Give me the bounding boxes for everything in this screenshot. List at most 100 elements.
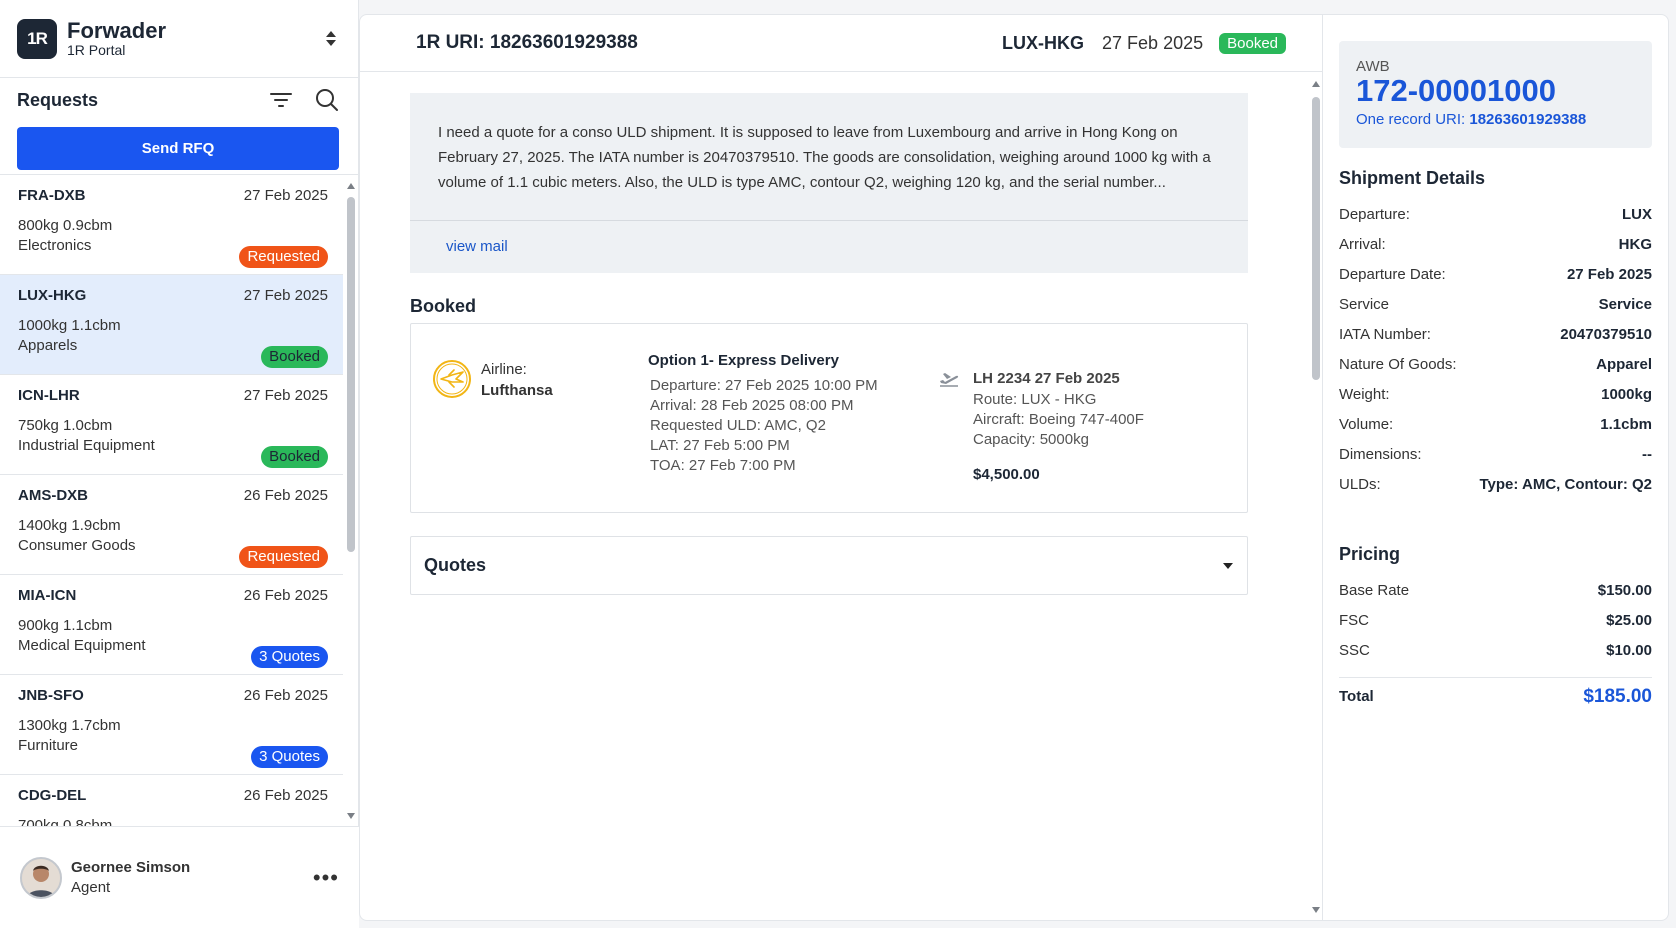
request-item-jnb-sfo[interactable]: JNB-SFO 26 Feb 2025 1300kg 1.7cbm Furniture… xyxy=(0,675,343,775)
requests-title: Requests xyxy=(17,89,99,110)
airline-label: Airline: xyxy=(481,361,527,378)
shipment-details-title: Shipment Details xyxy=(1339,168,1486,188)
scroll-up-icon[interactable] xyxy=(1312,81,1320,87)
shipment-details: Shipment Details Departure: LUX Arrival: HK… xyxy=(1339,168,1652,506)
scroll-up-icon[interactable] xyxy=(347,183,355,189)
main-body: I need a quote for a conso ULD shipment.… xyxy=(360,73,1324,921)
request-list: FRA-DXB 27 Feb 2025 800kg 0.9cbm Electronic… xyxy=(0,175,343,826)
app: 1R Forwader 1R Portal Requests Send RFQ … xyxy=(0,0,1676,928)
request-date: 26 Feb 2025 xyxy=(243,487,328,504)
flight-title: LH 2234 27 Feb 2025 xyxy=(973,370,1120,387)
more-icon[interactable]: ••• xyxy=(313,866,339,888)
shipment-detail-key: Weight: xyxy=(1339,386,1390,403)
request-specs: 1000kg 1.1cbm xyxy=(18,317,121,334)
brand-name: Forwader xyxy=(67,17,167,43)
request-item-lux-hkg[interactable]: LUX-HKG 27 Feb 2025 1000kg 1.1cbm Apparels B… xyxy=(0,275,343,375)
request-date: 26 Feb 2025 xyxy=(243,687,328,704)
main-panel: 1R URI: 18263601929388 LUX-HKG 27 Feb 20… xyxy=(359,14,1323,921)
shipment-detail-row: ULDs: Type: AMC, Contour: Q2 xyxy=(1339,476,1652,506)
shipment-detail-row: IATA Number: 20470379510 xyxy=(1339,326,1652,356)
shipment-detail-key: Departure Date: xyxy=(1339,266,1446,283)
shipment-detail-row: Nature Of Goods: Apparel xyxy=(1339,356,1652,386)
request-specs: 1300kg 1.7cbm xyxy=(18,717,121,734)
pricing-title: Pricing xyxy=(1339,544,1401,564)
shipment-detail-key: Nature Of Goods: xyxy=(1339,356,1457,373)
scroll-down-icon[interactable] xyxy=(1312,907,1320,913)
brand-subtitle: 1R Portal xyxy=(67,41,126,58)
option-toa: TOA: 27 Feb 7:00 PM xyxy=(650,457,796,474)
awb-uri: One record URI: 18263601929388 xyxy=(1356,111,1635,128)
request-list-scrollbar[interactable] xyxy=(343,175,359,826)
pricing-section: Pricing Base Rate $150.00 FSC $25.00 SSC $10.… xyxy=(1339,544,1652,711)
request-route: FRA-DXB xyxy=(18,187,86,204)
view-mail-link[interactable]: view mail xyxy=(446,238,508,255)
details-panel: AWB 172-00001000 One record URI: 1826360… xyxy=(1323,14,1669,921)
caret-down-icon[interactable] xyxy=(1223,562,1233,569)
flight-route: Route: LUX - HKG xyxy=(973,391,1097,408)
pricing-value: $10.00 xyxy=(1606,642,1652,659)
request-status-badge: Requested xyxy=(239,546,328,568)
chevron-up-down-icon[interactable] xyxy=(321,25,341,53)
request-status-badge: Requested xyxy=(239,246,328,268)
shipment-detail-value: Type: AMC, Contour: Q2 xyxy=(1479,476,1653,493)
scrollbar-thumb[interactable] xyxy=(1312,97,1320,380)
total-label: Total xyxy=(1339,688,1374,705)
pricing-row: FSC $25.00 xyxy=(1339,612,1652,642)
option-arrival: Arrival: 28 Feb 2025 08:00 PM xyxy=(650,397,854,414)
main-scrollbar[interactable] xyxy=(1308,73,1324,921)
quotes-accordion[interactable]: Quotes xyxy=(410,536,1248,595)
awb-card: AWB 172-00001000 One record URI: 1826360… xyxy=(1339,41,1652,148)
request-specs: 700kg 0.8cbm xyxy=(18,817,113,826)
filter-icon[interactable] xyxy=(267,86,295,114)
brand-header[interactable]: 1R Forwader 1R Portal xyxy=(0,0,358,78)
request-item-header: ICN-LHR 27 Feb 2025 xyxy=(18,387,328,404)
quotes-title: Quotes xyxy=(424,555,487,575)
request-item-ams-dxb[interactable]: AMS-DXB 26 Feb 2025 1400kg 1.9cbm Consumer … xyxy=(0,475,343,575)
pricing-row: SSC $10.00 xyxy=(1339,642,1652,672)
request-specs: 1400kg 1.9cbm xyxy=(18,517,121,534)
request-specs: 800kg 0.9cbm xyxy=(18,217,113,234)
request-date: 26 Feb 2025 xyxy=(243,587,328,604)
flight-aircraft: Aircraft: Boeing 747-400F xyxy=(973,411,1144,428)
request-item-mia-icn[interactable]: MIA-ICN 26 Feb 2025 900kg 1.1cbm Medical Eq… xyxy=(0,575,343,675)
mail-text: I need a quote for a conso ULD shipment.… xyxy=(410,93,1248,221)
shipment-detail-row: Arrival: HKG xyxy=(1339,236,1652,266)
awb-uri-value[interactable]: 18263601929388 xyxy=(1469,111,1586,128)
search-icon[interactable] xyxy=(313,86,341,114)
scroll-down-icon[interactable] xyxy=(347,813,355,819)
request-item-header: FRA-DXB 27 Feb 2025 xyxy=(18,187,328,204)
shipment-detail-key: Dimensions: xyxy=(1339,446,1422,463)
shipment-detail-row: Weight: 1000kg xyxy=(1339,386,1652,416)
request-item-cdg-del[interactable]: CDG-DEL 26 Feb 2025 700kg 0.8cbm xyxy=(0,775,343,826)
pricing-key: FSC xyxy=(1339,612,1369,629)
request-status-badge: Booked xyxy=(261,446,328,468)
request-item-header: LUX-HKG 27 Feb 2025 xyxy=(18,287,328,304)
avatar[interactable] xyxy=(20,856,62,899)
user-role: Agent xyxy=(71,879,111,896)
option-details: Departure: 27 Feb 2025 10:00 PM Arrival:… xyxy=(650,376,878,476)
shipment-detail-key: IATA Number: xyxy=(1339,326,1431,343)
request-item-fra-dxb[interactable]: FRA-DXB 27 Feb 2025 800kg 0.9cbm Electronic… xyxy=(0,175,343,275)
airline-name: Lufthansa xyxy=(481,382,553,399)
shipment-detail-key: Volume: xyxy=(1339,416,1394,433)
lufthansa-logo-icon xyxy=(433,360,471,398)
booked-section-title: Booked xyxy=(410,296,477,316)
request-status-badge: 3 Quotes xyxy=(251,646,328,668)
send-rfq-button[interactable]: Send RFQ xyxy=(17,127,339,170)
pricing-key: SSC xyxy=(1339,642,1370,659)
booking-price: $4,500.00 xyxy=(973,466,1040,483)
flight-details: Route: LUX - HKG Aircraft: Boeing 747-40… xyxy=(973,390,1144,450)
shipment-detail-value: 1000kg xyxy=(1601,386,1652,403)
request-item-header: CDG-DEL 26 Feb 2025 xyxy=(18,787,328,804)
flight-capacity: Capacity: 5000kg xyxy=(973,431,1089,448)
requests-header: Requests xyxy=(0,80,358,120)
request-route: JNB-SFO xyxy=(18,687,84,704)
request-item-icn-lhr[interactable]: ICN-LHR 27 Feb 2025 750kg 1.0cbm Industrial… xyxy=(0,375,343,475)
shipment-detail-value: HKG xyxy=(1618,236,1652,253)
option-departure: Departure: 27 Feb 2025 10:00 PM xyxy=(650,377,878,394)
sidebar: 1R Forwader 1R Portal Requests Send RFQ … xyxy=(0,0,359,928)
scrollbar-thumb[interactable] xyxy=(347,197,355,552)
pricing-value: $25.00 xyxy=(1606,612,1652,629)
shipment-detail-value: Service xyxy=(1598,296,1652,313)
request-route: CDG-DEL xyxy=(18,787,87,804)
